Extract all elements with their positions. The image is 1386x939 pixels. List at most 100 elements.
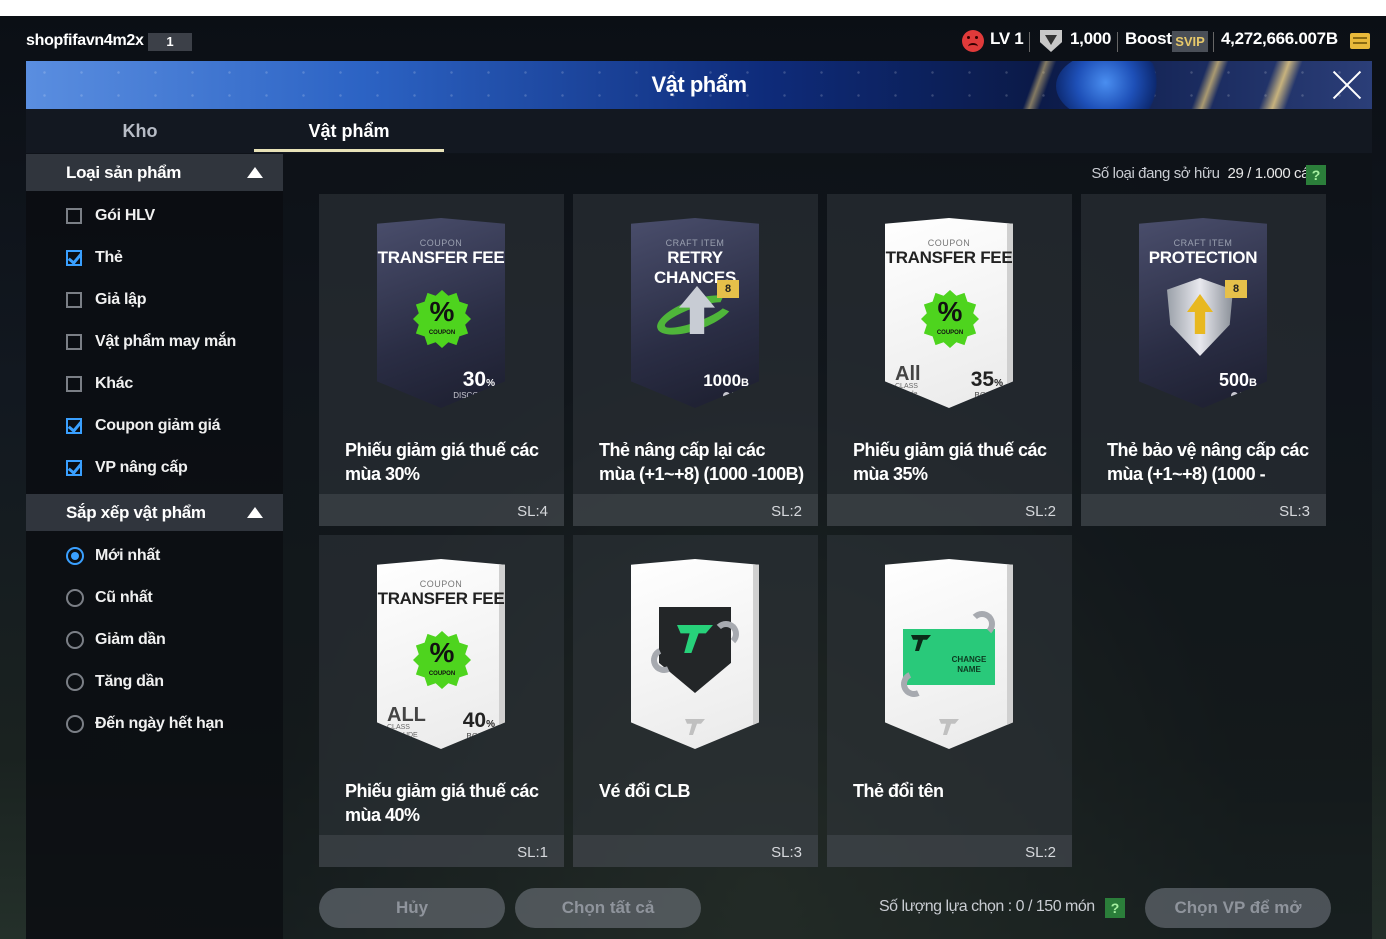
header-banner: Vật phẩm [26,61,1372,109]
item-name: Phiếu giảm giá thuế các mùa 40% [345,781,539,825]
art-value-unit: B [1249,377,1257,389]
item-card[interactable]: COUPON TRANSFER FEE % COUPON ALL CLASS IN… [319,535,564,867]
radio-icon[interactable] [66,715,84,733]
art-sub-text: MAX [1239,391,1257,400]
art-title: TRANSFER FEE [885,248,1013,267]
coupon-word: COUPON [936,330,964,336]
sort-label: Tăng dần [95,673,164,690]
art-value-unit: % [486,378,495,389]
sort-label: Giảm dần [95,631,166,648]
checkbox-checked-icon[interactable] [66,418,82,434]
art-value-unit: % [486,719,495,730]
art-sub: BONUS [466,732,495,741]
item-quantity: SL:2 [771,503,802,520]
art-value-number: 35 [970,368,995,391]
art-value-number: 500 [1219,370,1250,390]
help-button[interactable]: ? [1105,898,1125,918]
collapse-triangle-icon [247,167,263,178]
coupon-word: COUPON [428,671,456,677]
user-level-badge: 1 [148,33,192,51]
art-value-unit: % [994,378,1003,389]
coupon-percent-icon: % COUPON [413,290,471,348]
radio-icon[interactable] [66,631,84,649]
divider [1029,32,1030,52]
fc-logo-icon [911,635,931,651]
sort-header[interactable]: Sắp xếp vật phẩm [26,494,283,531]
help-button[interactable]: ? [1306,165,1326,185]
percent-glyph: % [429,296,455,327]
checkbox-icon[interactable] [66,208,82,224]
art-sub: DISCOUNT [453,391,495,400]
divider [1213,32,1214,52]
art-sub: MAX [722,391,749,400]
art-value: 1000B [703,368,749,392]
art-value: 40% [463,709,495,733]
item-card[interactable]: CRAFT ITEM RETRY CHANCES 8 1000B MAX Thẻ… [573,194,818,526]
product-type-header[interactable]: Loại sản phẩm [26,154,283,191]
checkbox-checked-icon[interactable] [66,250,82,266]
art-sub: MAX [1230,391,1257,400]
item-name: Phiếu giảm giá thuế các mùa 35% [853,440,1047,484]
percent-glyph: % [429,637,455,668]
checkbox-icon[interactable] [66,292,82,308]
art-sub-text: MAX [731,391,749,400]
protection-shield-icon [1167,278,1233,356]
tab-vat-pham[interactable]: Vật phẩm [254,109,444,153]
collapse-triangle-icon [247,507,263,518]
coupon-word: COUPON [428,330,456,336]
coupon-percent-icon: % COUPON [921,290,979,348]
divider [1117,32,1118,52]
close-button[interactable] [1332,69,1364,101]
art-value: 30% [463,368,495,392]
filter-label: Khác [95,375,133,392]
art-value: 500B [1219,368,1257,392]
filter-sidebar: Loại sản phẩm Gói HLV Thẻ Giả lập Vật ph… [26,154,283,939]
item-quantity: SL:2 [1025,844,1056,861]
cancel-button[interactable]: Hủy [319,888,505,928]
filter-label: Giả lập [95,291,147,308]
craft-card-art: CRAFT ITEM PROTECTION 8 500B MAX [1139,218,1267,408]
art-kicker: COUPON [927,238,971,248]
item-card[interactable]: CRAFT ITEM PROTECTION 8 500B MAX Thẻ bảo… [1081,194,1326,526]
coin-icon [1350,33,1370,49]
tab-kho[interactable]: Kho [26,109,254,153]
item-card[interactable]: COUPON TRANSFER FEE % COUPON All CLASS In… [827,194,1072,526]
fc-logo-icon [685,719,705,735]
filter-label: Gói HLV [95,207,155,224]
item-card[interactable]: CHANGE NAME Thẻ đổi tên SL:2 [827,535,1072,867]
product-type-title: Loại sản phẩm [66,163,182,182]
username: shopfifavn4m2x [26,32,144,49]
checkbox-checked-icon[interactable] [66,460,82,476]
radio-icon[interactable] [66,673,84,691]
art-kicker: CRAFT ITEM [665,238,725,248]
art-title: PROTECTION [1148,248,1258,267]
club-change-card-art [631,559,759,749]
radio-icon[interactable] [66,589,84,607]
class-include-text: CLASS INCLUDE [387,724,418,739]
user-bar: shopfifavn4m2x 1 LV 1 1,000 Boost SVIP 4… [0,26,1386,56]
select-all-button[interactable]: Chọn tất cả [515,888,701,928]
art-value-unit: B [741,377,749,389]
svip-badge: SVIP [1172,31,1208,52]
sort-title: Sắp xếp vật phẩm [66,503,206,522]
owned-count: Số loại đang sở hữu 29 / 1.000 cái [1091,165,1312,182]
selection-count: Số lượng lựa chọn : 0 / 150 món [879,898,1095,915]
item-card[interactable]: Vé đổi CLB SL:3 [573,535,818,867]
item-card[interactable]: COUPON TRANSFER FEE % COUPON 30% DISCOUNT… [319,194,564,526]
open-items-button[interactable]: Chọn VP để mở [1145,888,1331,928]
art-value-number: 30 [462,368,487,391]
checkbox-icon[interactable] [66,334,82,350]
checkbox-icon[interactable] [66,376,82,392]
item-quantity: SL:4 [517,503,548,520]
radio-selected-icon[interactable] [66,547,84,565]
sort-label: Mới nhất [95,547,160,564]
owned-label: Số loại đang sở hữu [1091,165,1220,182]
mood-face-icon [962,30,984,52]
filter-label: Coupon giảm giá [95,417,221,434]
art-kicker: CRAFT ITEM [1173,238,1233,248]
fc-logo-icon [939,719,959,735]
filter-label: VP nâng cấp [95,459,188,476]
art-title: TRANSFER FEE [377,248,505,267]
craft-card-art: CRAFT ITEM RETRY CHANCES 8 1000B MAX [631,218,759,408]
max-icon [1230,392,1238,399]
